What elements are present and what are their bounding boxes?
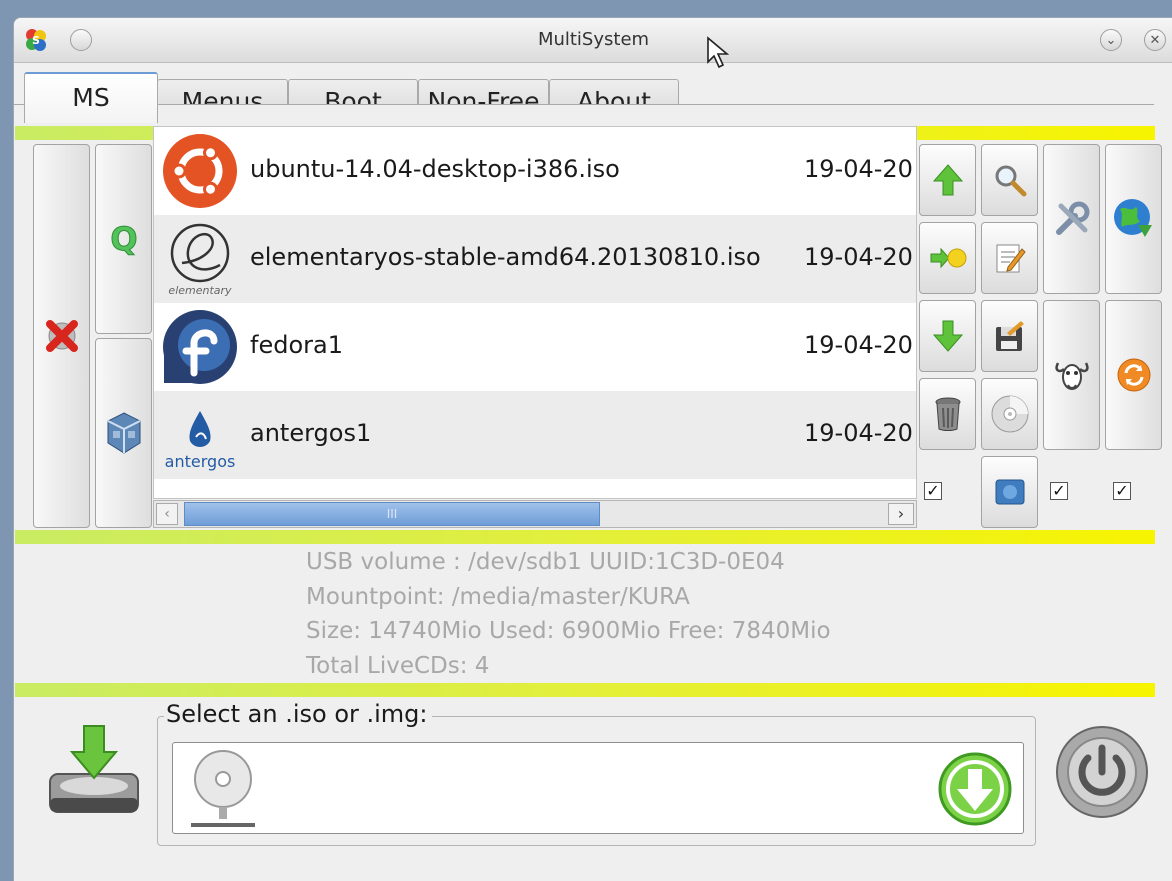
checkbox-2[interactable]: ✓ xyxy=(1050,482,1068,500)
refresh-button[interactable] xyxy=(1105,300,1162,450)
usb-volume-text: USB volume : /dev/sdb1 UUID:1C3D-0E04 xyxy=(306,549,785,575)
mouse-cursor-icon xyxy=(707,36,730,69)
delete-red-x-icon xyxy=(45,320,78,352)
size-text: Size: 14740Mio Used: 6900Mio Free: 7840M… xyxy=(306,618,831,644)
cd-drive-icon xyxy=(191,750,255,827)
power-icon xyxy=(1056,726,1148,818)
list-item[interactable]: fedora1 19-04-20 xyxy=(154,303,916,391)
checkbox-1[interactable]: ✓ xyxy=(924,482,942,500)
download-globe-button[interactable] xyxy=(1105,144,1162,294)
antergos-logo-text: antergos xyxy=(165,452,236,471)
iso-name: elementaryos-stable-amd64.20130810.iso xyxy=(250,243,761,271)
select-iso-label: Select an .iso or .img: xyxy=(164,700,432,728)
elementary-logo: elementary xyxy=(168,223,232,297)
horizontal-scrollbar[interactable]: ‹ III › xyxy=(153,500,917,528)
scroll-left-button[interactable]: ‹ xyxy=(156,503,178,525)
search-magnifier-icon xyxy=(995,165,1026,197)
mountpoint-text: Mountpoint: /media/master/KURA xyxy=(306,583,690,610)
iso-drop-field[interactable] xyxy=(172,742,1024,834)
iso-date: 19-04-20 xyxy=(804,155,913,183)
grub-flag-icon xyxy=(995,479,1024,505)
qemu-q-icon: Q xyxy=(109,220,137,259)
iso-name: antergos1 xyxy=(250,419,372,447)
move-up-button[interactable] xyxy=(919,144,976,216)
iso-date: 19-04-20 xyxy=(804,419,913,447)
tab-ms[interactable]: MS xyxy=(24,72,158,123)
elementary-logo-text: elementary xyxy=(168,284,232,297)
grub-button[interactable] xyxy=(981,456,1038,528)
iso-date: 19-04-20 xyxy=(804,331,913,359)
close-button[interactable]: ✕ xyxy=(1144,29,1166,51)
browse-download-icon[interactable] xyxy=(937,751,1013,827)
hard-drive-download-icon xyxy=(49,725,139,813)
usb-info: USB volume : /dev/sdb1 UUID:1C3D-0E04 Mo… xyxy=(306,545,831,683)
ubuntu-logo xyxy=(163,134,237,208)
fedora-logo xyxy=(163,310,237,384)
window-title: MultiSystem xyxy=(537,29,650,50)
delete-button[interactable] xyxy=(33,144,90,528)
antergos-logo: antergos xyxy=(165,411,236,471)
chevron-down-icon: ⌄ xyxy=(1105,33,1117,48)
tools-wrench-icon xyxy=(1055,201,1089,235)
power-button[interactable] xyxy=(1054,724,1150,820)
iso-list: ubuntu-14.04-desktop-i386.iso 19-04-20 e… xyxy=(153,126,917,499)
qemu-test-button[interactable]: Q xyxy=(95,144,152,334)
total-livecds-text: Total LiveCDs: 4 xyxy=(306,652,490,679)
tools-button[interactable] xyxy=(1043,144,1100,294)
floppy-edit-icon xyxy=(995,321,1024,351)
virtualbox-icon xyxy=(107,412,140,454)
checkbox-3[interactable]: ✓ xyxy=(1113,482,1131,500)
iso-date: 19-04-20 xyxy=(804,243,913,271)
trash-can-icon xyxy=(935,397,960,431)
separator-bar-middle xyxy=(15,530,1155,544)
gnu-icon xyxy=(1054,362,1089,390)
title-bar[interactable]: S MultiSystem ⌄ ✕ xyxy=(14,18,1172,69)
virtualbox-test-button[interactable] xyxy=(95,338,152,528)
list-item[interactable]: ubuntu-14.04-desktop-i386.iso 19-04-20 xyxy=(154,127,916,215)
move-down-arrow-icon xyxy=(932,320,963,352)
scroll-right-button[interactable]: › xyxy=(888,503,914,525)
close-icon: ✕ xyxy=(1149,33,1161,48)
move-down-button[interactable] xyxy=(919,300,976,372)
iso-name: fedora1 xyxy=(250,331,343,359)
list-item[interactable]: elementary elementaryos-stable-amd64.201… xyxy=(154,215,916,303)
refresh-orange-icon xyxy=(1117,358,1150,392)
install-to-disk-button[interactable] xyxy=(44,722,144,822)
cd-disc-icon xyxy=(991,395,1028,433)
move-up-arrow-icon xyxy=(932,164,963,196)
svg-text:Q: Q xyxy=(110,220,137,258)
list-item[interactable]: antergos antergos1 19-04-20 xyxy=(154,391,916,479)
scrollbar-thumb[interactable]: III xyxy=(184,502,600,526)
bulb-arrow-icon xyxy=(930,247,966,269)
minimize-button[interactable]: ⌄ xyxy=(1100,29,1122,51)
gnu-button[interactable] xyxy=(1043,300,1100,450)
edit-button[interactable] xyxy=(981,222,1038,294)
bulb-arrow-button[interactable] xyxy=(919,222,976,294)
iso-name: ubuntu-14.04-desktop-i386.iso xyxy=(250,155,620,183)
delete-trash-button[interactable] xyxy=(919,378,976,450)
edit-notepad-icon xyxy=(996,244,1026,273)
save-floppy-button[interactable] xyxy=(981,300,1038,372)
globe-download-icon xyxy=(1113,199,1152,237)
cd-burn-button[interactable] xyxy=(981,378,1038,450)
separator-bar-bottom xyxy=(15,683,1155,697)
search-button[interactable] xyxy=(981,144,1038,216)
